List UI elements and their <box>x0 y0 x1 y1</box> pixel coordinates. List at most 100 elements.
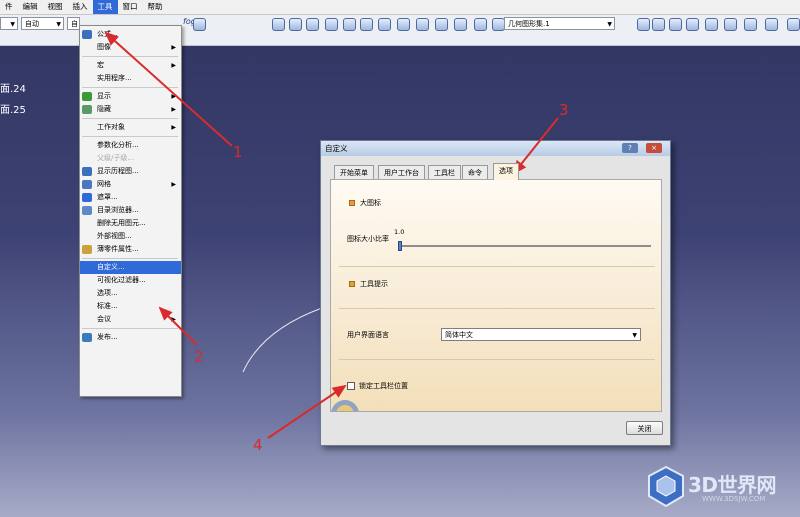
icon-ratio-slider-handle[interactable] <box>398 241 402 251</box>
submenu-arrow-icon: ▶ <box>171 124 176 131</box>
submenu-arrow-icon: ▶ <box>171 316 176 323</box>
ui-language-select[interactable]: 简体中文 ▼ <box>441 328 641 341</box>
icon-ratio-label: 图标大小比率 <box>347 235 389 243</box>
tools-menu-item[interactable]: 选项... <box>80 287 181 300</box>
tools-menu-item[interactable]: 外部视图... <box>80 230 181 243</box>
close-icon[interactable]: × <box>646 143 662 153</box>
tools-menu-item[interactable]: 可视化过滤器... <box>80 274 181 287</box>
tools-menu-item[interactable]: 公式... <box>80 28 181 41</box>
tools-menu-item[interactable]: 宏 ▶ <box>80 59 181 72</box>
menu-item-label: 会议 <box>97 315 111 323</box>
menu-item-label: 父级/子级... <box>97 154 135 162</box>
catia-logo-icon <box>331 400 359 411</box>
menu-separator <box>82 118 178 119</box>
menu-item-label: 外部视图... <box>97 232 132 240</box>
history-icon <box>82 167 92 176</box>
tab-user-workbench[interactable]: 用户工作台 <box>378 165 425 180</box>
menu-item-label: 显示 <box>97 92 111 100</box>
tools-menu-item[interactable]: 参数化分析... <box>80 139 181 152</box>
option-bullet-icon <box>349 200 355 206</box>
tools-menu-item[interactable]: 网格 ▶ <box>80 178 181 191</box>
menu-item-label: 公式... <box>97 30 118 38</box>
menu-item-label: 选项... <box>97 289 118 297</box>
menu-separator <box>82 87 178 88</box>
tooltips-label[interactable]: 工具提示 <box>360 279 388 289</box>
icon-ratio-slider-track[interactable] <box>399 245 651 247</box>
mask-icon <box>82 193 92 202</box>
menu-item-label: 标准... <box>97 302 118 310</box>
submenu-arrow-icon: ▶ <box>171 106 176 113</box>
tools-menu-item[interactable]: 会议 ▶ <box>80 313 181 326</box>
tools-menu-item[interactable]: 删除无用图元... <box>80 217 181 230</box>
divider <box>339 266 655 267</box>
watermark-logo: 3D世界网 WWW.3DSJW.COM <box>644 462 800 517</box>
tools-menu-item[interactable]: 目录浏览器... <box>80 204 181 217</box>
tools-menu-item[interactable]: 标准... <box>80 300 181 313</box>
tools-menu-item[interactable]: 发布... <box>80 331 181 344</box>
watermark-brand: 3D世界网 <box>688 473 777 497</box>
tab-commands[interactable]: 命令 <box>462 165 488 180</box>
publish-icon <box>82 333 92 342</box>
chevron-down-icon: ▼ <box>632 332 637 339</box>
menu-item-label: 网格 <box>97 180 111 188</box>
divider <box>339 308 655 309</box>
tools-menu-item[interactable]: 隐藏 ▶ <box>80 103 181 116</box>
tools-menu-item[interactable]: 薄零件属性... <box>80 243 181 256</box>
menu-item-label: 薄零件属性... <box>97 245 139 253</box>
options-panel: 大图标 图标大小比率 1.0 工具提示 用户界面语言 简体中文 ▼ 锁定工具栏位置 <box>330 179 662 412</box>
menu-item-label: 删除无用图元... <box>97 219 146 227</box>
submenu-arrow-icon: ▶ <box>171 44 176 51</box>
tools-menu-item[interactable]: 遮罩... <box>80 191 181 204</box>
help-button[interactable]: ? <box>622 143 638 153</box>
tools-menu: 公式... 图像 ▶ 宏 ▶ 实用程序... 显示 ▶ 隐藏 ▶ 工作对象 ▶ 参数化分析... 父级/子… <box>79 25 182 397</box>
menu-separator <box>82 136 178 137</box>
tools-menu-item[interactable]: 实用程序... <box>80 72 181 85</box>
geometry-arc <box>242 307 323 373</box>
annotation-number-2: 2 <box>194 348 204 366</box>
menu-item-label: 工作对象 <box>97 123 125 131</box>
ui-language-value: 简体中文 <box>445 331 473 339</box>
tab-start-menu[interactable]: 开始菜单 <box>334 165 374 180</box>
menu-item-label: 显示历程图... <box>97 167 139 175</box>
tools-menu-item[interactable]: 显示 ▶ <box>80 90 181 103</box>
tools-menu-item: 父级/子级... <box>80 152 181 165</box>
annotation-number-3: 3 <box>559 101 569 119</box>
submenu-arrow-icon: ▶ <box>171 181 176 188</box>
catalog-icon <box>82 206 92 215</box>
submenu-arrow-icon: ▶ <box>171 62 176 69</box>
watermark-url: WWW.3DSJW.COM <box>702 495 766 503</box>
menu-item-label: 参数化分析... <box>97 141 139 149</box>
close-button[interactable]: 关闭 <box>626 421 663 435</box>
large-icons-label[interactable]: 大图标 <box>360 198 381 208</box>
option-bullet-icon <box>349 281 355 287</box>
tools-menu-item[interactable]: 显示历程图... <box>80 165 181 178</box>
menu-item-label: 宏 <box>97 61 104 69</box>
dialog-title: 自定义 <box>325 144 348 153</box>
tools-menu-item[interactable]: 图像 ▶ <box>80 41 181 54</box>
cube-logo-icon <box>648 465 684 508</box>
menu-item-label: 自定义... <box>97 263 125 271</box>
menu-item-label: 目录浏览器... <box>97 206 139 214</box>
menu-item-label: 图像 <box>97 43 111 51</box>
tools-menu-item[interactable]: 工作对象 ▶ <box>80 121 181 134</box>
menu-item-label: 实用程序... <box>97 74 132 82</box>
menu-item-label: 可视化过滤器... <box>97 276 146 284</box>
menu-separator <box>82 56 178 57</box>
divider <box>339 359 655 360</box>
customize-dialog: 自定义 ? × 开始菜单 用户工作台 工具栏 命令 选项 大图标 图标大小比率 … <box>320 140 671 446</box>
ui-language-label: 用户界面语言 <box>347 331 389 339</box>
formula-icon <box>82 30 92 39</box>
tab-toolbars[interactable]: 工具栏 <box>428 165 461 180</box>
menu-item-label: 隐藏 <box>97 105 111 113</box>
menu-item-label: 发布... <box>97 333 118 341</box>
lock-toolbar-checkbox[interactable] <box>347 382 355 390</box>
annotation-number-4: 4 <box>253 436 263 454</box>
tab-options[interactable]: 选项 <box>493 163 519 180</box>
submenu-arrow-icon: ▶ <box>171 93 176 100</box>
menu-item-label: 遮罩... <box>97 193 118 201</box>
tools-menu-item[interactable]: 自定义... <box>80 261 181 274</box>
menu-separator <box>82 258 178 259</box>
annotation-number-1: 1 <box>233 143 243 161</box>
grid-icon <box>82 180 92 189</box>
dialog-title-bar: 自定义 <box>321 141 670 156</box>
